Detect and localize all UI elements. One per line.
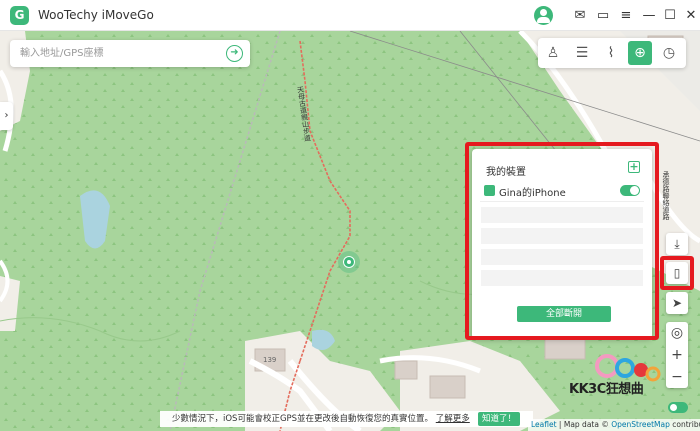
apple-icon bbox=[484, 185, 495, 196]
download-icon[interactable]: ⤓ bbox=[666, 233, 688, 255]
app-logo: G bbox=[10, 6, 29, 25]
device-connect-toggle[interactable] bbox=[620, 185, 640, 196]
empty-device-slot bbox=[481, 207, 643, 223]
map-attribution: Leaflet | Map data © OpenStreetMap contr… bbox=[528, 419, 700, 431]
empty-device-slot bbox=[481, 249, 643, 265]
got-it-button[interactable]: 知道了！ bbox=[478, 412, 520, 426]
notice-bar: 少數情況下，iOS可能會校正GPS並在更改後自動恢復您的真實位置。 了解更多 知… bbox=[160, 411, 533, 427]
maximize-icon[interactable]: ☐ bbox=[661, 7, 679, 25]
mode-toolbar: ♙ ☰ ⌇ ⊕ ◷ bbox=[538, 38, 686, 68]
search-bar: ➜ bbox=[10, 40, 250, 67]
osm-link[interactable]: OpenStreetMap bbox=[611, 420, 670, 429]
watermark: KK3C狂想曲 bbox=[567, 352, 663, 402]
device-name: Gina的iPhone bbox=[499, 188, 566, 199]
empty-device-slot bbox=[481, 228, 643, 244]
device-icon[interactable]: ▯ bbox=[666, 262, 688, 284]
attribution-text: | Map data © bbox=[556, 420, 612, 429]
two-spot-mode-icon[interactable]: ⌇ bbox=[599, 41, 623, 65]
device-panel: 我的裝置 + Gina的iPhone 全部斷開 bbox=[472, 149, 652, 339]
search-input[interactable] bbox=[10, 40, 220, 67]
house-number: 139 bbox=[263, 356, 277, 364]
history-mode-icon[interactable]: ◷ bbox=[657, 41, 681, 65]
learn-more-link[interactable]: 了解更多 bbox=[436, 414, 470, 424]
leaflet-link[interactable]: Leaflet bbox=[531, 420, 557, 429]
user-icon[interactable] bbox=[534, 6, 553, 25]
side-panel-toggle[interactable]: › bbox=[0, 102, 13, 130]
current-location-marker[interactable] bbox=[338, 251, 360, 273]
menu-icon[interactable]: ≡ bbox=[617, 7, 635, 25]
mail-icon[interactable]: ✉ bbox=[571, 7, 589, 25]
multi-spot-mode-icon[interactable]: ☰ bbox=[570, 41, 594, 65]
title-bar: G WooTechy iMoveGo ✉ ▭ ≡ — ☐ ✕ bbox=[0, 0, 700, 31]
road-label: 承德路聯絡道路 bbox=[662, 171, 670, 220]
device-panel-title: 我的裝置 bbox=[486, 167, 526, 178]
device-row[interactable]: Gina的iPhone bbox=[480, 180, 644, 202]
disconnect-all-button[interactable]: 全部斷開 bbox=[517, 306, 611, 322]
navigate-icon[interactable]: ➤ bbox=[666, 292, 688, 314]
close-icon[interactable]: ✕ bbox=[682, 7, 700, 25]
joystick-mode-icon[interactable]: ♙ bbox=[541, 41, 565, 65]
watermark-text: KK3C狂想曲 bbox=[569, 382, 644, 397]
app-title: WooTechy iMoveGo bbox=[38, 8, 154, 22]
attribution-suffix: contributors bbox=[672, 420, 700, 429]
locate-icon[interactable]: ◎ bbox=[666, 322, 688, 344]
add-device-icon[interactable]: + bbox=[628, 161, 640, 173]
search-go-button[interactable]: ➜ bbox=[226, 45, 243, 62]
empty-device-slot bbox=[481, 270, 643, 286]
notice-text: 少數情況下，iOS可能會校正GPS並在更改後自動恢復您的真實位置。 bbox=[172, 414, 434, 424]
minimize-icon[interactable]: — bbox=[640, 7, 658, 25]
map-layer-toggle[interactable] bbox=[668, 402, 688, 413]
teleport-mode-icon[interactable]: ⊕ bbox=[628, 41, 652, 65]
feedback-icon[interactable]: ▭ bbox=[594, 7, 612, 25]
